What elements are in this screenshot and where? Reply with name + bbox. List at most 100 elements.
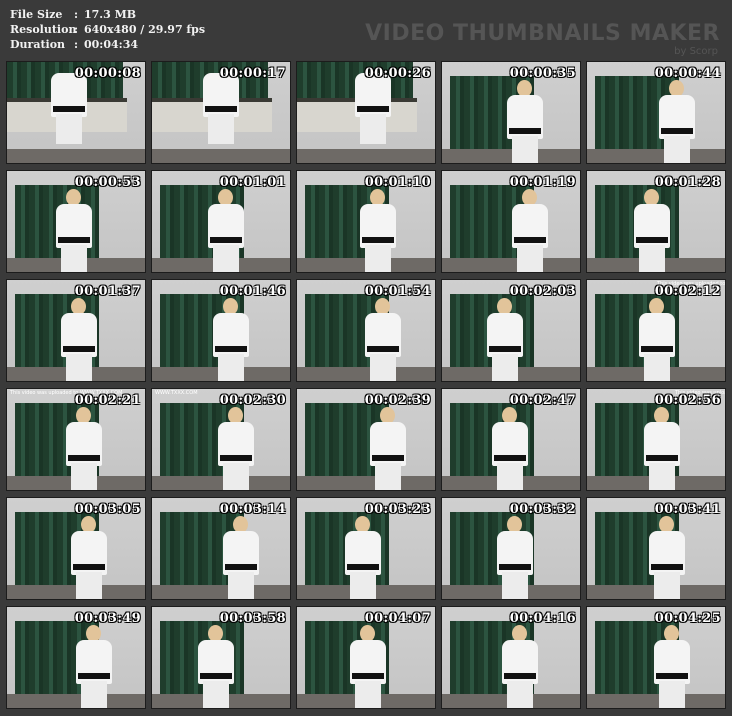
duration-value: 00:04:34: [84, 38, 139, 51]
black-belt: [372, 455, 404, 461]
video-thumbnail[interactable]: 00:03:14: [151, 497, 291, 600]
gi-pants: [517, 245, 543, 272]
video-thumbnail[interactable]: 00:01:54: [296, 279, 436, 382]
black-belt: [362, 237, 394, 243]
timecode-label: 00:00:26: [364, 66, 431, 81]
video-thumbnail[interactable]: This video was uploaded to00:02:56: [586, 388, 726, 491]
gi-pants: [76, 572, 102, 599]
timecode-label: 00:03:41: [654, 502, 721, 517]
video-thumbnail[interactable]: 00:04:07: [296, 606, 436, 709]
black-belt: [200, 673, 232, 679]
site-note: WWW.TXXX.COM: [155, 390, 198, 396]
karate-figure: [640, 407, 684, 490]
video-thumbnail[interactable]: 00:04:16: [441, 606, 581, 709]
karate-figure: [62, 407, 106, 490]
karate-figure: [498, 625, 542, 708]
karate-figure: [488, 407, 532, 490]
karate-figure: [194, 625, 238, 708]
karate-figure: [366, 407, 410, 490]
karate-figure: [341, 516, 385, 599]
video-thumbnail[interactable]: WWW.TXXX.COM 00:02:30: [151, 388, 291, 491]
black-belt: [225, 564, 257, 570]
black-belt: [352, 673, 384, 679]
gi-pants: [497, 463, 523, 490]
info-header: File Size : 17.3 MB Resolution : 640x480…: [0, 0, 732, 58]
video-thumbnail[interactable]: 00:02:03: [441, 279, 581, 382]
gi-pants: [664, 136, 690, 163]
karate-figure: [57, 298, 101, 381]
gi-pants: [228, 572, 254, 599]
resolution-label: Resolution: [10, 23, 77, 36]
black-belt: [357, 106, 389, 112]
gi-pants: [370, 354, 396, 381]
black-belt: [220, 455, 252, 461]
video-thumbnail[interactable]: 00:00:26: [296, 61, 436, 164]
timecode-label: 00:04:25: [654, 611, 721, 626]
gi-pants: [208, 114, 234, 144]
timecode-label: 00:03:58: [219, 611, 286, 626]
timecode-label: 00:00:53: [74, 175, 141, 190]
brand-watermark: VIDEO THUMBNAILS MAKER by Scorp: [365, 21, 720, 58]
karate-figure: [503, 80, 547, 163]
video-thumbnail[interactable]: 00:01:28: [586, 170, 726, 273]
timecode-label: 00:01:46: [219, 284, 286, 299]
video-thumbnail[interactable]: 00:03:49: [6, 606, 146, 709]
video-thumbnail[interactable]: 00:03:32: [441, 497, 581, 600]
timecode-label: 00:01:19: [509, 175, 576, 190]
karate-figure: [219, 516, 263, 599]
video-thumbnail[interactable]: 00:00:17: [151, 61, 291, 164]
video-thumbnail[interactable]: 00:00:08: [6, 61, 146, 164]
video-thumbnail[interactable]: 00:01:10: [296, 170, 436, 273]
timecode-label: 00:02:47: [509, 393, 576, 408]
black-belt: [514, 237, 546, 243]
video-thumbnail[interactable]: This video was uploaded to WWW.TXXX.COM0…: [6, 388, 146, 491]
resolution-value: 640x480 / 29.97 fps: [84, 23, 206, 36]
separator: :: [74, 38, 79, 51]
gi-pants: [375, 463, 401, 490]
video-thumbnail[interactable]: This video was uploaded to WWW.TXXX.COM0…: [586, 279, 726, 382]
karate-figure: [67, 516, 111, 599]
gi-pants: [639, 245, 665, 272]
video-thumbnail[interactable]: 00:04:25: [586, 606, 726, 709]
timecode-label: 00:01:01: [219, 175, 286, 190]
black-belt: [215, 346, 247, 352]
black-belt: [489, 346, 521, 352]
video-thumbnail[interactable]: 00:02:47: [441, 388, 581, 491]
floor: [152, 149, 290, 163]
video-thumbnail[interactable]: 00:00:35: [441, 61, 581, 164]
gi-pants: [213, 245, 239, 272]
black-belt: [661, 128, 693, 134]
floor: [297, 149, 435, 163]
gi-pants: [654, 572, 680, 599]
brand-title: VIDEO THUMBNAILS MAKER: [365, 21, 720, 46]
black-belt: [347, 564, 379, 570]
video-thumbnail[interactable]: 00:03:05: [6, 497, 146, 600]
gi-pants: [512, 136, 538, 163]
timecode-label: 00:00:17: [219, 66, 286, 81]
video-thumbnail[interactable]: 00:01:01: [151, 170, 291, 273]
black-belt: [646, 455, 678, 461]
video-thumbnail[interactable]: 00:01:37: [6, 279, 146, 382]
gi-pants: [56, 114, 82, 144]
karate-figure: [209, 298, 253, 381]
timecode-label: 00:02:21: [74, 393, 141, 408]
video-thumbnail[interactable]: 00:03:41: [586, 497, 726, 600]
separator: :: [74, 8, 79, 21]
video-thumbnail[interactable]: 00:00:53: [6, 170, 146, 273]
gi-pants: [355, 681, 381, 708]
video-thumbnail[interactable]: 00:01:46: [151, 279, 291, 382]
video-thumbnail[interactable]: 00:00:44: [586, 61, 726, 164]
file-size-value: 17.3 MB: [84, 8, 137, 21]
karate-figure: [52, 189, 96, 272]
video-thumbnail[interactable]: 00:02:39: [296, 388, 436, 491]
video-thumbnail[interactable]: 00:03:23: [296, 497, 436, 600]
karate-figure: [483, 298, 527, 381]
duration-row: Duration : 00:04:34: [10, 37, 205, 52]
gi-pants: [659, 681, 685, 708]
video-thumbnail[interactable]: 00:01:19: [441, 170, 581, 273]
karate-figure: [346, 625, 390, 708]
black-belt: [210, 237, 242, 243]
black-belt: [509, 128, 541, 134]
karate-figure: [204, 189, 248, 272]
video-thumbnail[interactable]: 00:03:58: [151, 606, 291, 709]
